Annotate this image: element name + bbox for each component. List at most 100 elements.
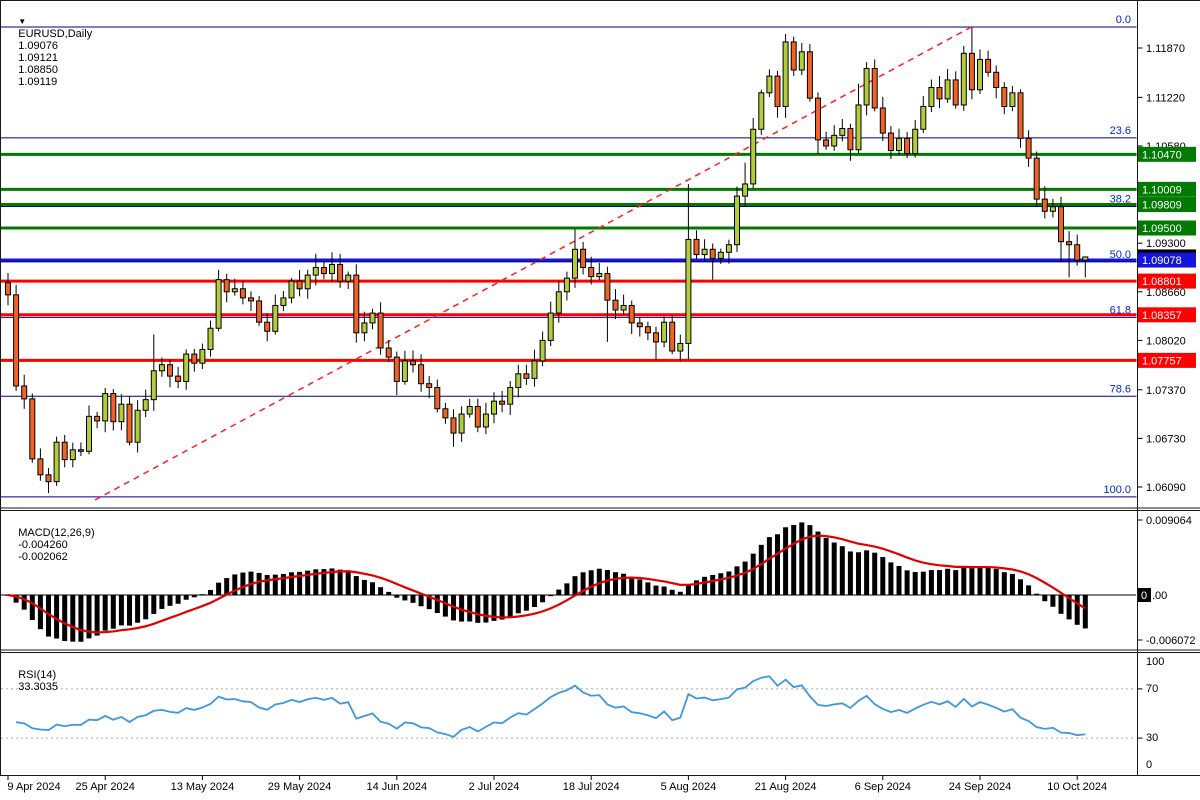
ohlc-open: 1.09076 [18, 40, 58, 52]
candlestick [775, 76, 780, 106]
macd-histogram-bar [605, 570, 610, 595]
macd-histogram-bar [62, 595, 67, 641]
macd-indicator-label: MACD(12,26,9) -0.004260 -0.002062 [6, 515, 101, 575]
macd-histogram-bar [394, 595, 399, 598]
macd-histogram-bar [386, 592, 391, 595]
macd-histogram-bar [629, 577, 634, 595]
candlestick [451, 418, 456, 433]
candlestick [718, 252, 723, 258]
macd-histogram-bar [589, 570, 594, 595]
x-axis-label: 10 Oct 2024 [1047, 781, 1107, 793]
candlestick [378, 313, 383, 348]
candlestick [313, 267, 318, 275]
candlestick [807, 52, 812, 98]
x-axis-label: 6 Sep 2024 [855, 781, 911, 793]
macd-histogram-bar [257, 573, 262, 595]
trend-line[interactable] [95, 25, 975, 500]
macd-histogram-bar [799, 522, 804, 595]
macd-histogram-bar [1050, 595, 1055, 607]
macd-histogram-bar [840, 546, 845, 595]
candlestick [751, 129, 756, 184]
candlestick [969, 53, 974, 89]
candlestick [232, 289, 237, 292]
macd-histogram-bar [168, 595, 173, 606]
macd-histogram-bar [346, 570, 351, 595]
macd-histogram-bar [467, 595, 472, 621]
macd-histogram-bar [1034, 594, 1039, 595]
macd-histogram-bar [735, 566, 740, 595]
macd-histogram-bar [362, 580, 367, 595]
candlestick [265, 322, 270, 331]
rsi-name: RSI(14) [18, 669, 56, 681]
x-axis-label: 21 Aug 2024 [755, 781, 817, 793]
candlestick [710, 249, 715, 258]
candlestick [95, 416, 100, 421]
red-price-badge-text: 1.08801 [1142, 276, 1182, 288]
candlestick [589, 267, 594, 276]
macd-histogram-bar [832, 543, 837, 595]
macd-histogram-bar [848, 551, 853, 595]
candlestick [135, 410, 140, 442]
macd-histogram-bar [718, 573, 723, 595]
rsi-value: 33.3035 [18, 681, 58, 693]
candlestick [281, 298, 286, 306]
candlestick [168, 365, 173, 376]
candlestick [1050, 207, 1055, 212]
symbol-dropdown-arrow[interactable]: ▼ [18, 17, 26, 26]
green-price-badge-text: 1.09500 [1142, 223, 1182, 235]
macd-histogram-bar [791, 525, 796, 595]
candlestick [1010, 93, 1015, 107]
red-price-badge-text: 1.08357 [1142, 310, 1182, 322]
candlestick [824, 140, 829, 146]
macd-histogram-bar [192, 595, 197, 597]
macd-histogram-bar [224, 578, 229, 595]
rsi-line [16, 676, 1085, 737]
candlestick [556, 292, 561, 313]
macd-histogram-bar [338, 570, 343, 595]
macd-zero-badge-text: 0 [1141, 590, 1147, 602]
macd-histogram-bar [775, 534, 780, 595]
macd-histogram-bar [743, 562, 748, 595]
macd-histogram-bar [524, 595, 529, 611]
macd-zero-label: .00 [1152, 590, 1167, 602]
price-axis-label: 1.06090 [1146, 482, 1186, 494]
macd-histogram-bar [978, 567, 983, 595]
macd-histogram-bar [435, 595, 440, 613]
chart-canvas[interactable]: 0.023.638.250.061.878.6100.01.118701.112… [0, 0, 1200, 800]
candlestick [427, 384, 432, 388]
candlestick [986, 59, 991, 72]
candlestick [249, 298, 254, 301]
candlestick [726, 245, 731, 253]
rsi-axis-label: 100 [1146, 656, 1164, 668]
price-axis: 1.118701.112201.105801.093001.086601.080… [1138, 43, 1197, 494]
candlestick [759, 93, 764, 129]
candlestick [338, 264, 343, 281]
ohlc-low: 1.08850 [18, 64, 58, 76]
macd-histogram-bar [78, 595, 83, 642]
candlestick [832, 135, 837, 146]
macd-histogram-bar [913, 572, 918, 595]
macd-value-main: -0.004260 [18, 539, 68, 551]
macd-histogram-bar [937, 570, 942, 595]
macd-histogram-bar [986, 567, 991, 595]
candlestick [443, 409, 448, 418]
macd-histogram-bar [767, 537, 772, 595]
candlestick [694, 239, 699, 254]
date-axis[interactable]: 9 Apr 202425 Apr 202413 May 202429 May 2… [7, 776, 1107, 794]
rsi-axis-label: 0 [1146, 759, 1152, 771]
candlestick [435, 387, 440, 408]
candlestick [937, 87, 942, 98]
macd-histogram-bar [783, 527, 788, 595]
price-axis-label: 1.11220 [1146, 92, 1185, 104]
macd-histogram-bar [969, 568, 974, 595]
candlestick [305, 275, 310, 289]
candlestick [945, 80, 950, 99]
macd-histogram-bar [905, 570, 910, 595]
candlestick [735, 196, 740, 245]
candlestick [6, 283, 11, 295]
candlestick [613, 300, 618, 310]
macd-histogram-bar [127, 595, 132, 626]
macd-histogram-bar [208, 590, 213, 595]
x-axis-label: 24 Sep 2024 [949, 781, 1011, 793]
macd-histogram-bar [378, 587, 383, 595]
